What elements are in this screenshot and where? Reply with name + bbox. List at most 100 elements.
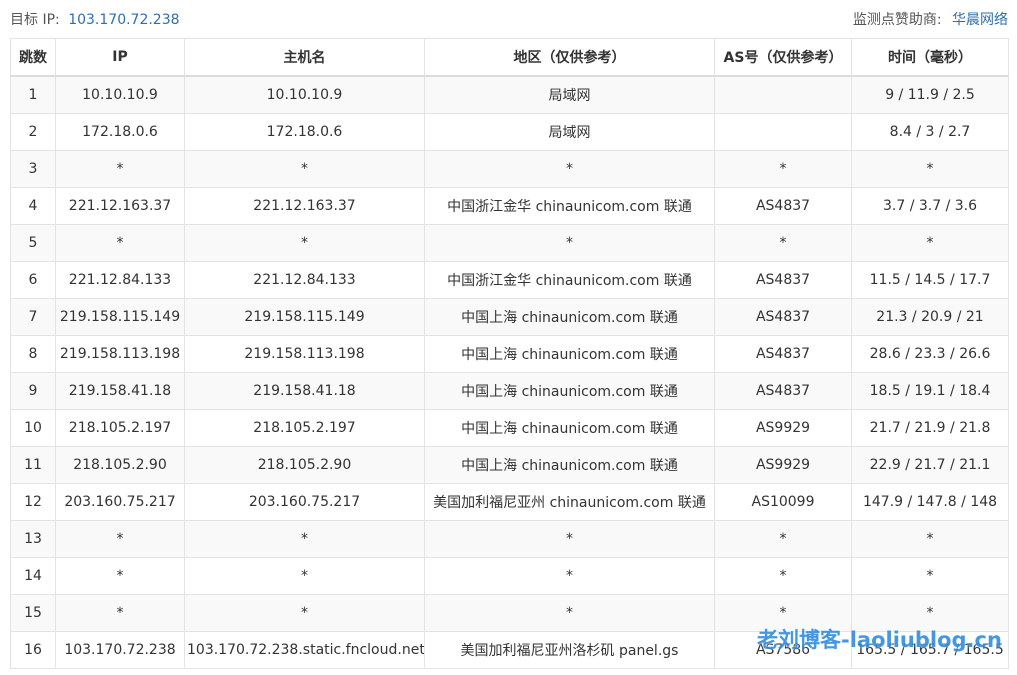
table-row: 5 * * * * * xyxy=(10,224,1009,262)
hop-cell: 2 xyxy=(10,113,56,151)
time-cell: * xyxy=(851,150,1009,188)
blog-watermark: 老刘博客-laoliublog.cn xyxy=(757,628,1002,652)
time-cell: 21.3 / 20.9 / 21 xyxy=(851,298,1009,336)
table-row: 8 219.158.113.198 219.158.113.198 中国上海 chin… xyxy=(10,335,1009,373)
hostname-cell: * xyxy=(184,150,425,188)
ip-cell[interactable]: 218.105.2.90 xyxy=(55,446,185,484)
table-row: 2 172.18.0.6 172.18.0.6 局域网 8.4 / 3 / 2.7 xyxy=(10,113,1009,151)
hop-cell: 12 xyxy=(10,483,56,521)
region-cell: 美国加利福尼亚州 chinaunicom.com 联通 xyxy=(424,483,715,521)
time-cell: 11.5 / 14.5 / 17.7 xyxy=(851,261,1009,299)
hostname-cell: 10.10.10.9 xyxy=(184,75,425,114)
target-ip-value[interactable]: 103.170.72.238 xyxy=(68,12,179,28)
hostname-cell: 219.158.113.198 xyxy=(184,335,425,373)
asn-cell[interactable]: AS9929 xyxy=(714,409,852,447)
table-row: 1 10.10.10.9 10.10.10.9 局域网 9 / 11.9 / 2.5 xyxy=(10,75,1009,114)
asn-cell: * xyxy=(714,520,852,558)
col-header-hop: 跳数 xyxy=(10,38,56,77)
ip-cell[interactable]: 221.12.84.133 xyxy=(55,261,185,299)
hop-cell: 3 xyxy=(10,150,56,188)
region-cell: 美国加利福尼亚州洛杉矶 panel.gs xyxy=(424,631,715,669)
table-row: 4 221.12.163.37 221.12.163.37 中国浙江金华 chinau… xyxy=(10,187,1009,225)
table-row: 10 218.105.2.197 218.105.2.197 中国上海 chinaun… xyxy=(10,409,1009,447)
hostname-cell: 103.170.72.238.static.fncloud.net xyxy=(184,631,425,669)
region-cell: 中国浙江金华 chinaunicom.com 联通 xyxy=(424,187,715,225)
region-cell: 中国浙江金华 chinaunicom.com 联通 xyxy=(424,261,715,299)
time-cell: 18.5 / 19.1 / 18.4 xyxy=(851,372,1009,410)
asn-cell[interactable]: AS4837 xyxy=(714,187,852,225)
time-cell: 21.7 / 21.9 / 21.8 xyxy=(851,409,1009,447)
traceroute-table: 跳数 IP 主机名 地区（仅供参考） AS号（仅供参考） 时间（毫秒） 1 10.… xyxy=(10,38,1009,669)
col-header-time: 时间（毫秒） xyxy=(851,38,1009,77)
table-row: 12 203.160.75.217 203.160.75.217 美国加利福尼亚州 c… xyxy=(10,483,1009,521)
col-header-asn: AS号（仅供参考） xyxy=(714,38,852,77)
ip-cell[interactable]: 219.158.113.198 xyxy=(55,335,185,373)
hostname-cell: 221.12.163.37 xyxy=(184,187,425,225)
ip-cell: * xyxy=(55,224,185,262)
hop-cell: 1 xyxy=(10,75,56,114)
time-cell: 8.4 / 3 / 2.7 xyxy=(851,113,1009,151)
ip-cell[interactable]: 219.158.41.18 xyxy=(55,372,185,410)
hostname-cell: 203.160.75.217 xyxy=(184,483,425,521)
time-cell: * xyxy=(851,557,1009,595)
col-header-region: 地区（仅供参考） xyxy=(424,38,715,77)
asn-cell[interactable]: AS9929 xyxy=(714,446,852,484)
asn-cell xyxy=(714,113,852,151)
ip-cell[interactable]: 219.158.115.149 xyxy=(55,298,185,336)
ip-cell[interactable]: 218.105.2.197 xyxy=(55,409,185,447)
hostname-cell: 218.105.2.90 xyxy=(184,446,425,484)
table-row: 14 * * * * * xyxy=(10,557,1009,595)
hop-cell: 13 xyxy=(10,520,56,558)
region-cell: 中国上海 chinaunicom.com 联通 xyxy=(424,409,715,447)
asn-cell[interactable]: AS4837 xyxy=(714,372,852,410)
hop-cell: 15 xyxy=(10,594,56,632)
time-cell: 22.9 / 21.7 / 21.1 xyxy=(851,446,1009,484)
hop-cell: 8 xyxy=(10,335,56,373)
ip-cell[interactable]: 172.18.0.6 xyxy=(55,113,185,151)
time-cell: * xyxy=(851,520,1009,558)
asn-cell xyxy=(714,75,852,114)
region-cell: 中国上海 chinaunicom.com 联通 xyxy=(424,335,715,373)
hostname-cell: 219.158.41.18 xyxy=(184,372,425,410)
table-row: 11 218.105.2.90 218.105.2.90 中国上海 chinaunic… xyxy=(10,446,1009,484)
table-row: 7 219.158.115.149 219.158.115.149 中国上海 chin… xyxy=(10,298,1009,336)
time-cell: 147.9 / 147.8 / 148 xyxy=(851,483,1009,521)
time-cell: 9 / 11.9 / 2.5 xyxy=(851,75,1009,114)
hostname-cell: * xyxy=(184,594,425,632)
sponsor-link[interactable]: 华晨网络 xyxy=(952,12,1008,28)
asn-cell[interactable]: AS10099 xyxy=(714,483,852,521)
hop-cell: 9 xyxy=(10,372,56,410)
asn-cell[interactable]: AS4837 xyxy=(714,298,852,336)
target-ip-label: 目标 IP: xyxy=(10,12,60,28)
table-row: 13 * * * * * xyxy=(10,520,1009,558)
target-info: 目标 IP: 103.170.72.238 xyxy=(10,9,180,29)
ip-cell: * xyxy=(55,557,185,595)
region-cell: * xyxy=(424,594,715,632)
time-cell: 28.6 / 23.3 / 26.6 xyxy=(851,335,1009,373)
ip-cell[interactable]: 203.160.75.217 xyxy=(55,483,185,521)
hop-cell: 11 xyxy=(10,446,56,484)
hop-cell: 14 xyxy=(10,557,56,595)
sponsor-info: 监测点赞助商: 华晨网络 xyxy=(853,9,1008,29)
hostname-cell: 221.12.84.133 xyxy=(184,261,425,299)
asn-cell: * xyxy=(714,150,852,188)
asn-cell[interactable]: AS4837 xyxy=(714,335,852,373)
asn-cell[interactable]: AS4837 xyxy=(714,261,852,299)
ip-cell[interactable]: 10.10.10.9 xyxy=(55,75,185,114)
hostname-cell: 172.18.0.6 xyxy=(184,113,425,151)
region-cell: 中国上海 chinaunicom.com 联通 xyxy=(424,372,715,410)
region-cell: * xyxy=(424,520,715,558)
region-cell: * xyxy=(424,224,715,262)
hop-cell: 10 xyxy=(10,409,56,447)
ip-cell[interactable]: 103.170.72.238 xyxy=(55,631,185,669)
hostname-cell: 219.158.115.149 xyxy=(184,298,425,336)
region-cell: * xyxy=(424,150,715,188)
hostname-cell: * xyxy=(184,520,425,558)
table-row: 3 * * * * * xyxy=(10,150,1009,188)
ip-cell[interactable]: 221.12.163.37 xyxy=(55,187,185,225)
ip-cell: * xyxy=(55,520,185,558)
sponsor-label: 监测点赞助商: xyxy=(852,12,942,28)
region-cell: 局域网 xyxy=(424,75,715,114)
time-cell: 3.7 / 3.7 / 3.6 xyxy=(851,187,1009,225)
asn-cell: * xyxy=(714,557,852,595)
